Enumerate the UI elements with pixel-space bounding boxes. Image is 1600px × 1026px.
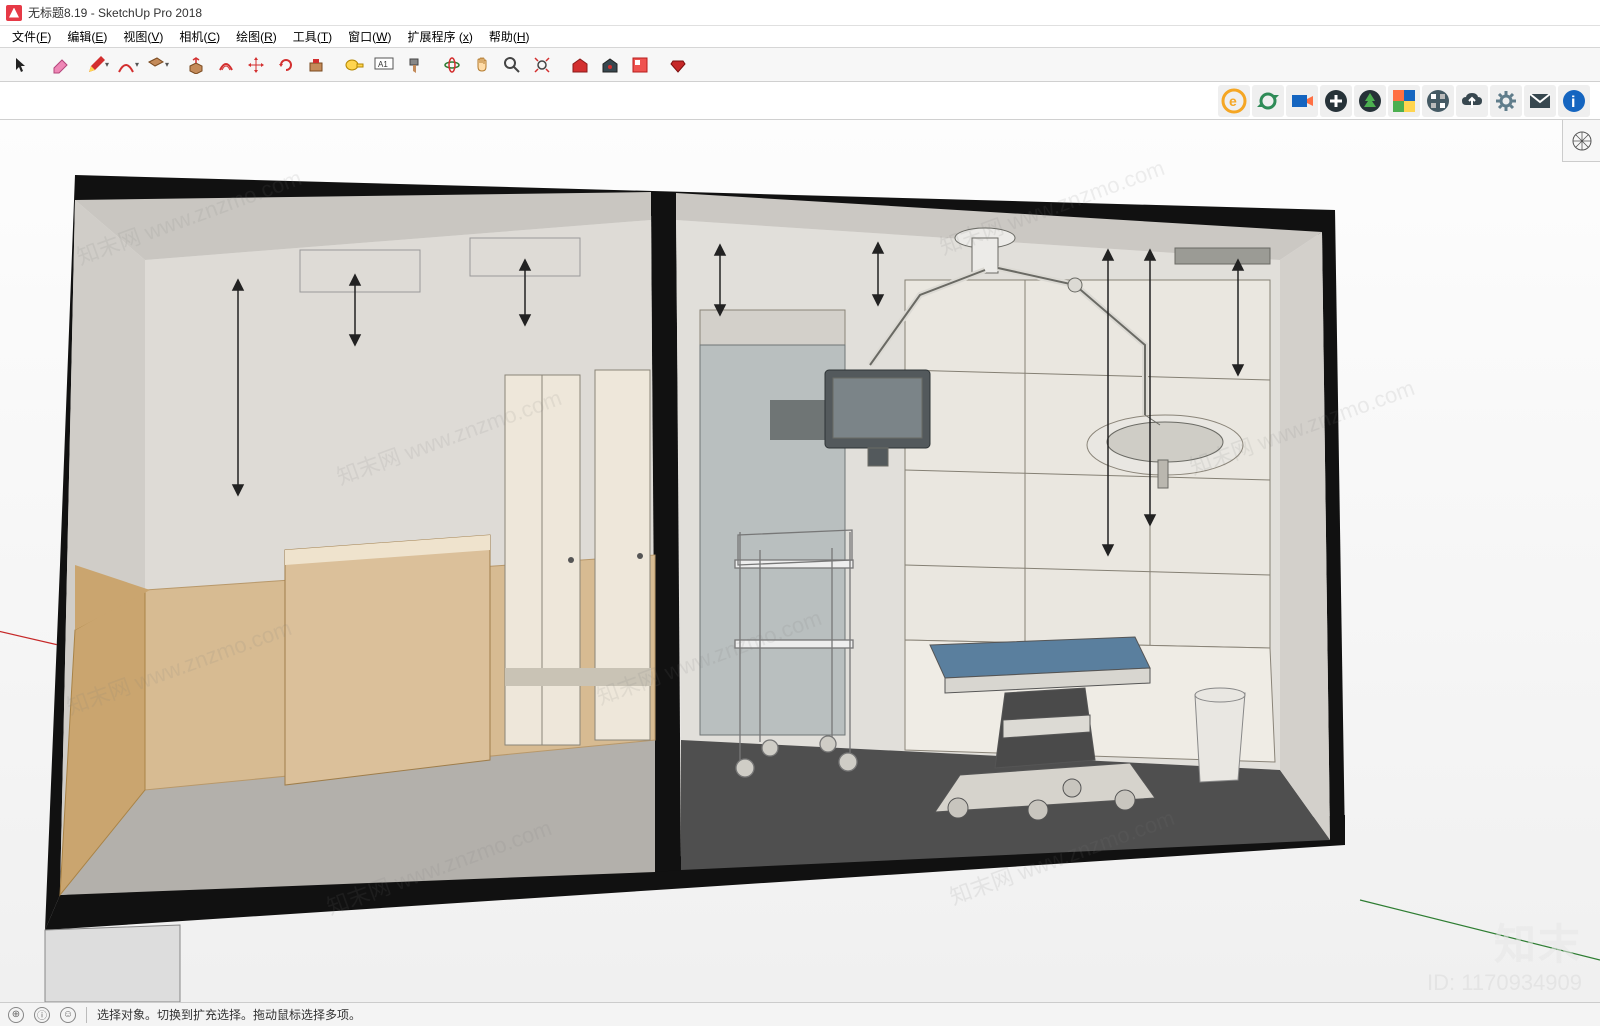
rotate-icon (277, 56, 295, 74)
text-tool[interactable]: A1 (370, 51, 398, 79)
warehouse-icon (570, 56, 590, 74)
scale-tool[interactable] (302, 51, 330, 79)
plugin-cloud-icon[interactable] (1456, 85, 1488, 117)
arc-icon (117, 56, 135, 74)
gear-icon (1493, 88, 1519, 114)
rect-icon (147, 56, 165, 74)
plugin-tree-icon[interactable] (1354, 85, 1386, 117)
right-dock (1562, 120, 1600, 162)
zoom-tool[interactable] (498, 51, 526, 79)
eraser-icon (50, 56, 70, 74)
mail-icon (1527, 88, 1553, 114)
credits-icon[interactable]: ⓘ (34, 1007, 50, 1023)
menu-file[interactable]: 文件(F) (4, 26, 59, 47)
app-icon (6, 5, 22, 21)
orbit-tool[interactable] (438, 51, 466, 79)
window-titlebar: 无标题8.19 - SketchUp Pro 2018 (0, 0, 1600, 26)
plugin-info-icon[interactable]: i (1558, 85, 1590, 117)
pan-icon (473, 56, 491, 74)
cursor-icon (13, 56, 31, 74)
menu-camera[interactable]: 相机(C) (171, 26, 228, 47)
view-cube-icon[interactable] (1570, 129, 1594, 153)
arc-tool[interactable]: ▾ (114, 51, 142, 79)
plus-circle-icon (1323, 88, 1349, 114)
cloud-upload-icon (1459, 88, 1485, 114)
layout-icon (631, 56, 649, 74)
pan-tool[interactable] (468, 51, 496, 79)
tape-tool[interactable] (340, 51, 368, 79)
move-tool[interactable] (242, 51, 270, 79)
pencil-icon (87, 56, 105, 74)
tape-icon (344, 56, 364, 74)
eraser-tool[interactable] (46, 51, 74, 79)
plugin-camera-icon[interactable] (1286, 85, 1318, 117)
plugin-sync-icon[interactable] (1252, 85, 1284, 117)
main-toolbar: ▾ ▾ ▾ A1 (0, 48, 1600, 82)
svg-text:e: e (1229, 93, 1237, 109)
menubar: 文件(F) 编辑(E) 视图(V) 相机(C) 绘图(R) 工具(T) 窗口(W… (0, 26, 1600, 48)
plugin-mail-icon[interactable] (1524, 85, 1556, 117)
move-icon (247, 56, 265, 74)
menu-edit[interactable]: 编辑(E) (59, 26, 115, 47)
zoom-icon (503, 56, 521, 74)
warehouse-tool[interactable] (566, 51, 594, 79)
zoom-extents-icon (533, 56, 551, 74)
layout-tool[interactable] (626, 51, 654, 79)
svg-text:A1: A1 (378, 60, 388, 69)
menu-extensions[interactable]: 扩展程序 (x) (400, 26, 481, 47)
svg-text:i: i (1571, 94, 1575, 111)
letter-e-icon: e (1221, 88, 1247, 114)
status-hint: 选择对象。切换到扩充选择。拖动鼠标选择多项。 (97, 1006, 361, 1023)
plugin-checker-icon[interactable] (1422, 85, 1454, 117)
sync-icon (1255, 88, 1281, 114)
extension-icon (600, 56, 620, 74)
menu-view[interactable]: 视图(V) (115, 26, 171, 47)
extension-warehouse-tool[interactable] (596, 51, 624, 79)
offset-icon (217, 56, 235, 74)
palette-icon (1391, 88, 1417, 114)
profile-icon[interactable]: ☺ (60, 1007, 76, 1023)
ruby-tool[interactable] (664, 51, 692, 79)
menu-help[interactable]: 帮助(H) (481, 26, 538, 47)
scale-icon (307, 56, 325, 74)
menu-draw[interactable]: 绘图(R) (228, 26, 285, 47)
paint-tool[interactable] (400, 51, 428, 79)
plugin-gear-icon[interactable] (1490, 85, 1522, 117)
orbit-icon (443, 56, 461, 74)
geo-location-icon[interactable]: ⊕ (8, 1007, 24, 1023)
menu-tools[interactable]: 工具(T) (285, 26, 340, 47)
zoom-extents-tool[interactable] (528, 51, 556, 79)
rotate-tool[interactable] (272, 51, 300, 79)
plugin-palette-icon[interactable] (1388, 85, 1420, 117)
scene-render (0, 120, 1600, 1002)
paint-icon (405, 56, 423, 74)
model-viewport[interactable]: 知末网 www.znzmo.com 知末网 www.znzmo.com 知末网 … (0, 120, 1600, 1002)
statusbar: ⊕ ⓘ ☺ 选择对象。切换到扩充选择。拖动鼠标选择多项。 (0, 1002, 1600, 1026)
tree-icon (1357, 88, 1383, 114)
offset-tool[interactable] (212, 51, 240, 79)
rectangle-tool[interactable]: ▾ (144, 51, 172, 79)
pushpull-icon (186, 56, 206, 74)
ruby-icon (669, 56, 687, 74)
camera-icon (1289, 88, 1315, 114)
plugin-toolbar: e i (0, 82, 1600, 120)
plugin-e-icon[interactable]: e (1218, 85, 1250, 117)
line-tool[interactable]: ▾ (84, 51, 112, 79)
pushpull-tool[interactable] (182, 51, 210, 79)
info-icon: i (1561, 88, 1587, 114)
plugin-add-icon[interactable] (1320, 85, 1352, 117)
menu-window[interactable]: 窗口(W) (340, 26, 399, 47)
checker-icon (1425, 88, 1451, 114)
select-tool[interactable] (8, 51, 36, 79)
text-icon: A1 (374, 57, 394, 73)
window-title: 无标题8.19 - SketchUp Pro 2018 (28, 4, 202, 21)
